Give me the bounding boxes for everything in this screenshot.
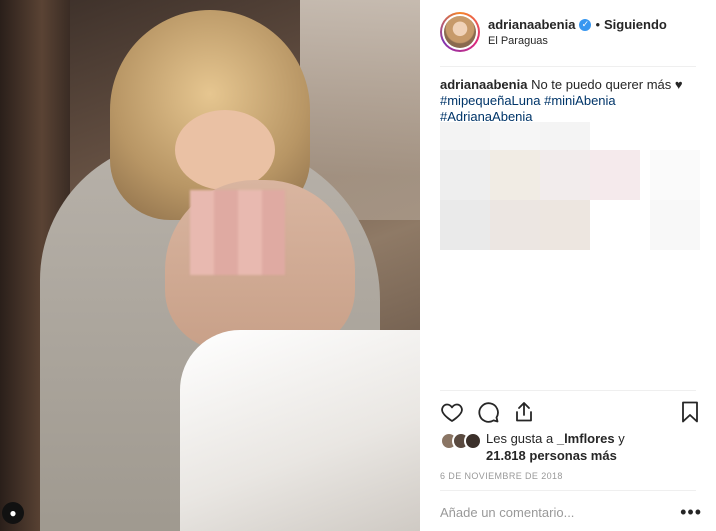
divider [440,490,696,491]
pixelated-region [440,122,700,252]
caption-username[interactable]: adrianaabenia [440,77,527,92]
share-icon[interactable] [512,400,536,424]
post-date[interactable]: 6 DE NOVIEMBRE DE 2018 [440,471,563,481]
photo-blanket [180,330,420,531]
likes-count-link[interactable]: 21.818 personas más [486,448,617,463]
avatar[interactable] [440,12,480,52]
post-caption: adrianaabenia No te puedo querer más ♥ #… [440,77,700,125]
username-link[interactable]: adrianaabenia [488,17,575,32]
comment-icon[interactable] [476,400,500,424]
likes-text: Les gusta a _lmflores y 21.818 personas … [486,430,625,464]
hashtag-link[interactable]: #mipequeñaLuna [440,93,540,108]
caption-text: No te puedo querer más ♥ [531,77,683,92]
bookmark-icon[interactable] [678,400,702,424]
likes-summary: Les gusta a _lmflores y 21.818 personas … [440,430,702,464]
photo-blurred-face [190,190,285,275]
photo-woman-face [175,110,275,190]
comment-input[interactable] [440,504,660,520]
more-options-button[interactable]: ••• [680,503,702,521]
separator-dot: • [595,17,600,32]
divider [440,66,696,67]
action-bar [440,398,702,426]
following-button[interactable]: Siguiendo [604,17,667,32]
post-details-panel: adrianaabenia ✓ • Siguiendo El Paraguas … [420,0,716,531]
likes-prefix: Les gusta a [486,431,554,446]
post-header: adrianaabenia ✓ • Siguiendo El Paraguas [440,10,716,54]
avatar [464,432,482,450]
liker-avatars[interactable] [440,432,482,450]
heart-icon[interactable] [440,400,464,424]
verified-badge-icon: ✓ [579,18,592,31]
hashtag-link[interactable]: #miniAbenia [544,93,616,108]
user-icon[interactable]: ● [2,502,24,524]
comment-bar: ••• [440,503,702,521]
location-link[interactable]: El Paraguas [488,35,667,47]
post-photo[interactable]: ● [0,0,420,531]
liker-username[interactable]: _lmflores [557,431,615,446]
divider [440,390,696,391]
likes-connector: y [618,431,625,446]
